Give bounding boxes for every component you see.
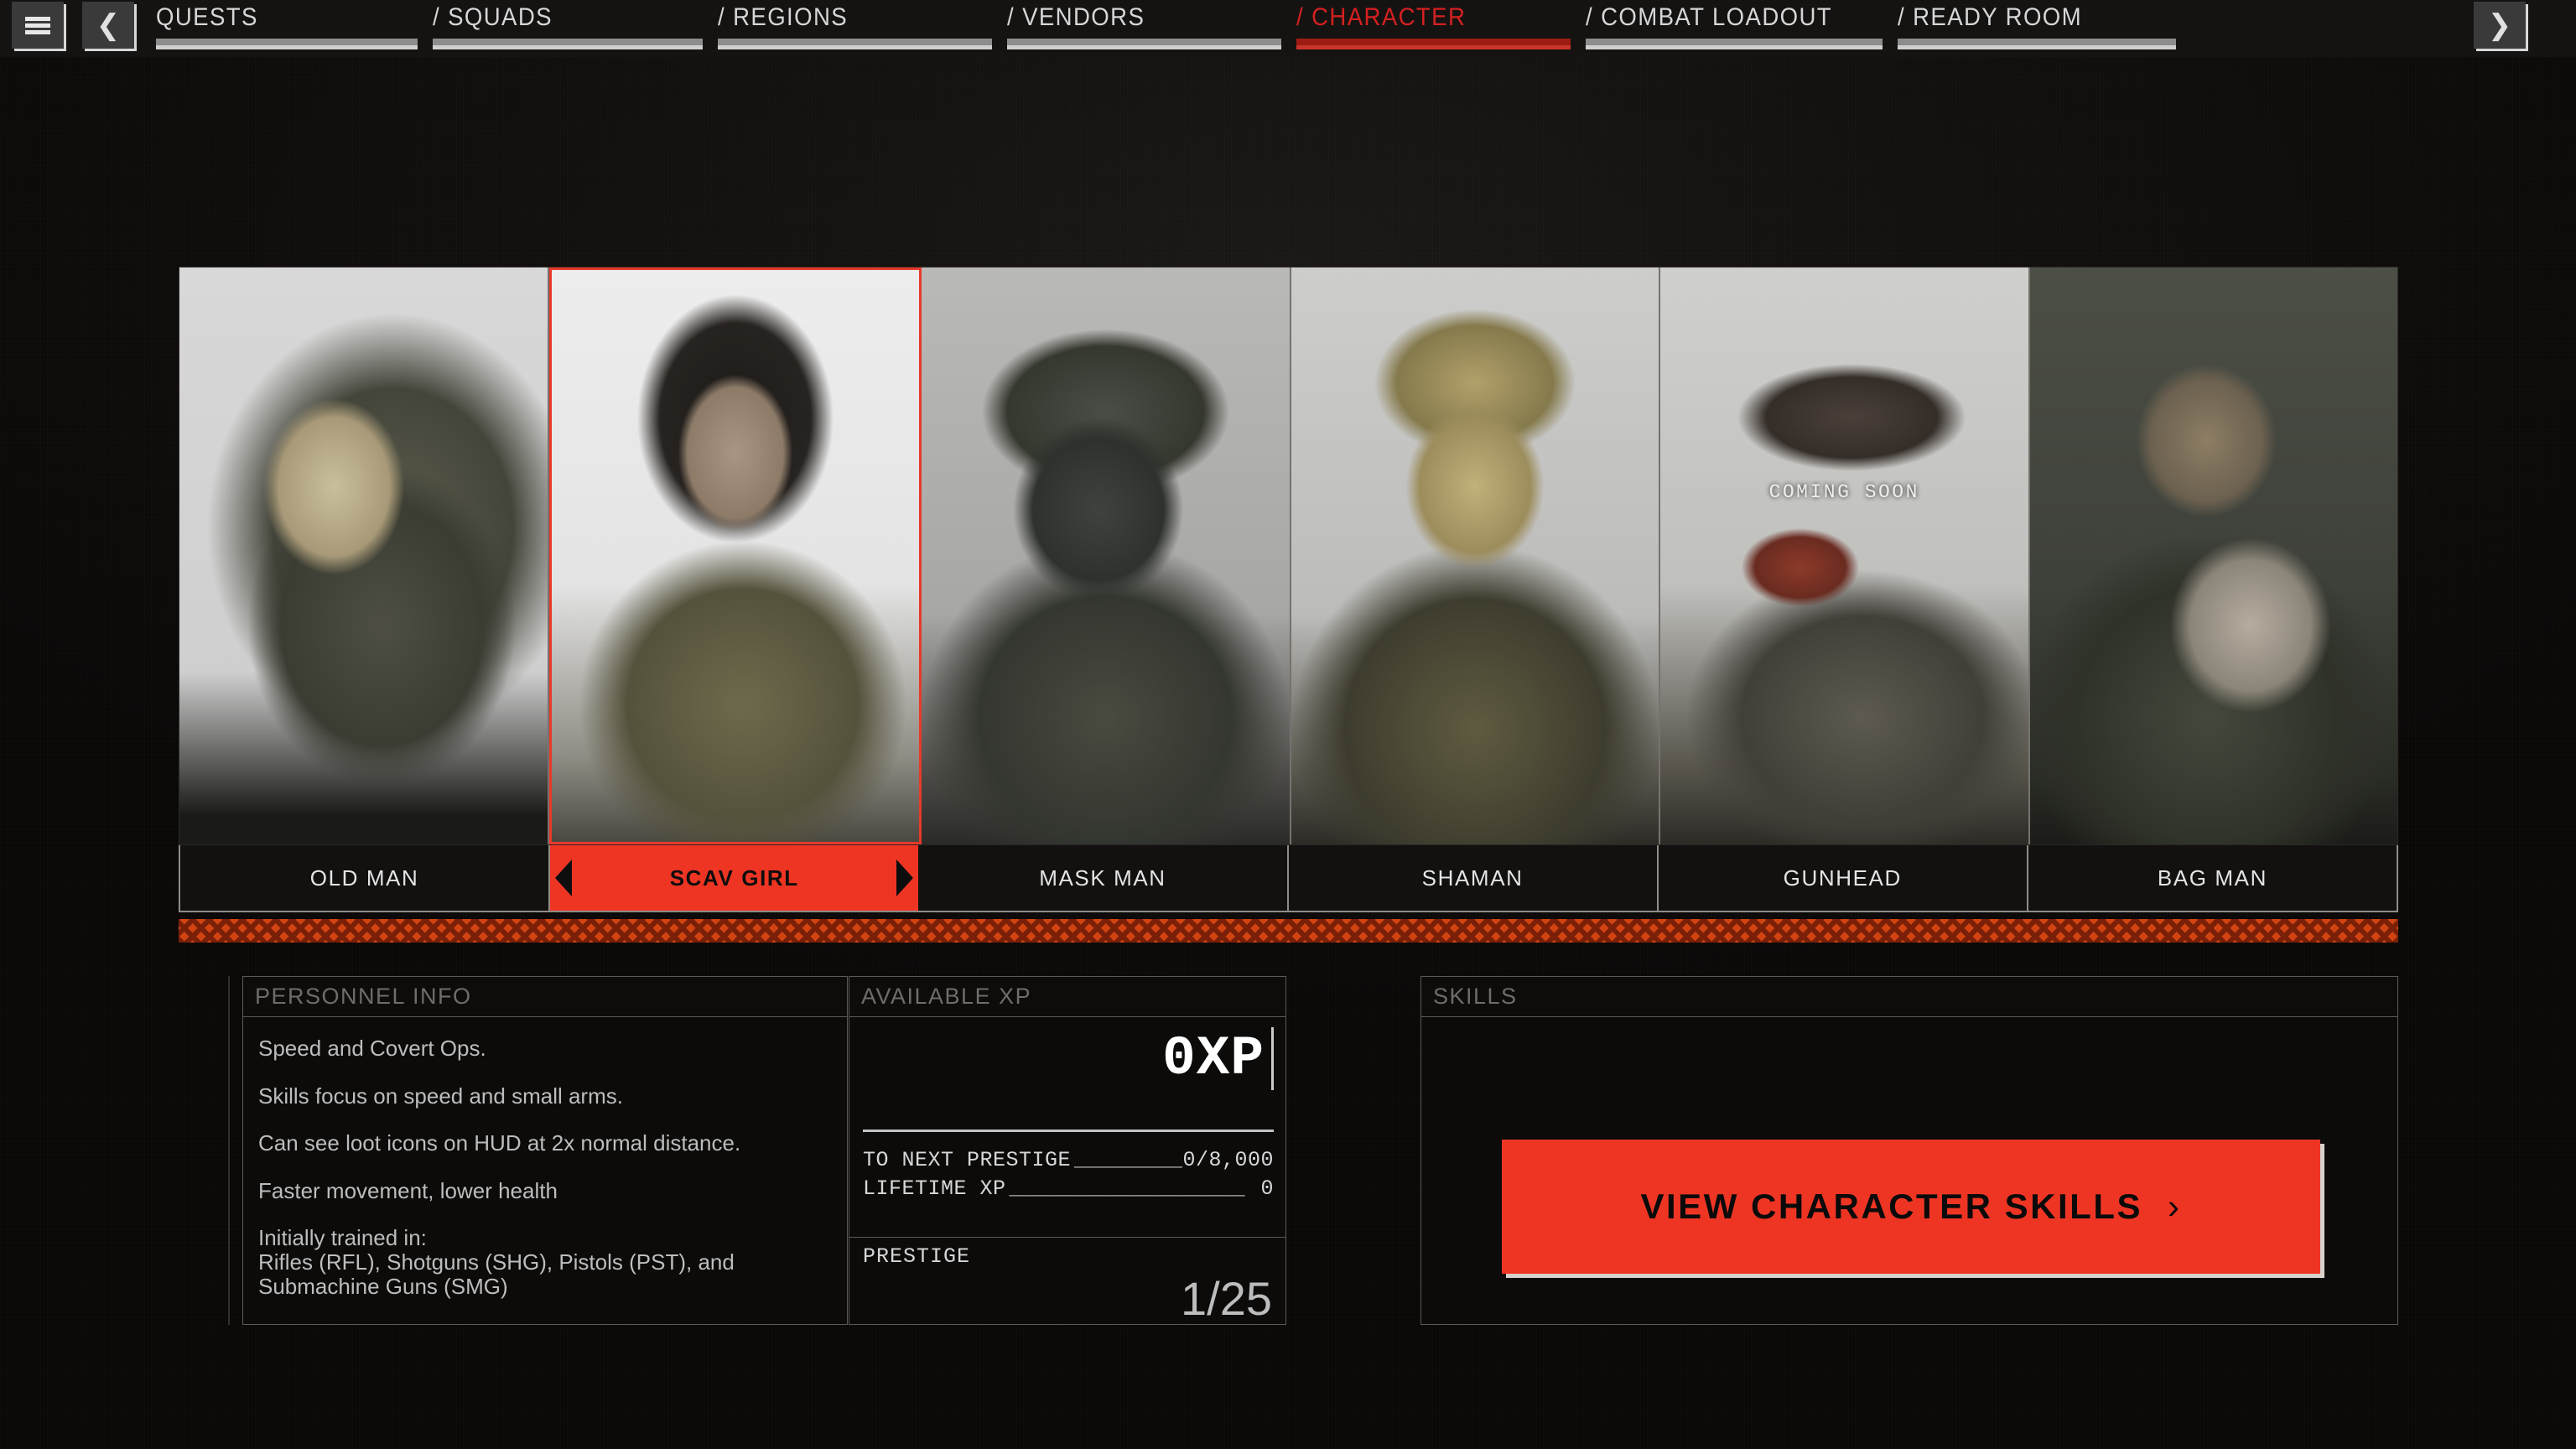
nav-tab-vendors[interactable]: / VENDORS (1007, 2, 1296, 54)
character-name-cell-mask-man[interactable]: MASK MAN (918, 845, 1289, 911)
nav-tab-underline (1296, 39, 1571, 45)
personnel-line-0: Speed and Covert Ops. (258, 1036, 486, 1061)
personnel-info-header: PERSONNEL INFO (242, 976, 848, 1016)
nav-tab-underline (718, 39, 992, 45)
to-next-prestige-value: 0/8,000 (1182, 1148, 1274, 1172)
available-xp-body: 0XP TO NEXT PRESTIGE __________ 0/8,000 … (849, 1016, 1286, 1238)
xp-divider (863, 1130, 1274, 1132)
character-name-label: SHAMAN (1421, 865, 1524, 891)
nav-tab-ready-room[interactable]: / READY ROOM (1898, 2, 2191, 54)
character-card-shaman[interactable] (1291, 267, 1660, 844)
personnel-line-1: Skills focus on speed and small arms. (258, 1083, 623, 1109)
prestige-label: PRESTIGE (863, 1244, 971, 1269)
to-next-prestige-label: TO NEXT PRESTIGE (863, 1148, 1072, 1172)
to-next-prestige-row: TO NEXT PRESTIGE __________ 0/8,000 (863, 1148, 1274, 1172)
nav-tab-label: / CHARACTER (1296, 3, 1467, 31)
personnel-info-panel: PERSONNEL INFO Speed and Covert Ops. Ski… (242, 976, 848, 1325)
nav-tab-label: / READY ROOM (1898, 3, 2083, 31)
hamburger-icon-bar2 (25, 23, 50, 28)
nav-tab-regions[interactable]: / REGIONS (718, 2, 1007, 54)
nav-tab-label: / COMBAT LOADOUT (1586, 3, 1833, 31)
character-name-cell-scav-girl[interactable]: SCAV GIRL (550, 845, 919, 911)
lifetime-xp-value: 0 (1260, 1176, 1274, 1201)
hamburger-icon (25, 16, 50, 21)
character-name-label: GUNHEAD (1783, 865, 1902, 891)
character-portrait-image (1660, 267, 2028, 844)
chevron-right-icon: ❯ (2487, 9, 2512, 41)
available-xp-value: 0XP (1162, 1027, 1274, 1090)
nav-tab-underline (1898, 39, 2176, 45)
personnel-line-3: Faster movement, lower health (258, 1178, 558, 1204)
character-card-scav-girl[interactable] (548, 267, 922, 844)
character-name-cell-old-man[interactable]: OLD MAN (180, 845, 551, 911)
coming-soon-label: COMING SOON (1768, 481, 1919, 503)
character-name-label: BAG MAN (2157, 865, 2267, 891)
nav-tab-character[interactable]: / CHARACTER (1296, 2, 1586, 54)
nav-tab-label: QUESTS (156, 3, 258, 31)
to-next-prestige-dashes: __________ (1074, 1148, 1183, 1172)
panel-left-accent-line (228, 976, 230, 1325)
character-name-label: SCAV GIRL (669, 865, 799, 891)
character-name-selector-bar: OLD MAN SCAV GIRL MASK MAN SHAMAN GUNHEAD BAG… (179, 845, 2398, 912)
character-name-label: OLD MAN (309, 865, 419, 891)
chevron-left-icon: ❮ (96, 9, 121, 41)
character-name-label: MASK MAN (1039, 865, 1166, 891)
character-name-cell-bag-man[interactable]: BAG MAN (2028, 845, 2397, 911)
character-portrait-image (1291, 267, 1659, 844)
lifetime-xp-row: LIFETIME XP ____________________ 0 (863, 1176, 1274, 1201)
available-xp-panel: AVAILABLE XP 0XP TO NEXT PRESTIGE ______… (849, 976, 1286, 1325)
lifetime-xp-label: LIFETIME XP (863, 1176, 1006, 1201)
character-name-cell-shaman[interactable]: SHAMAN (1288, 845, 1659, 911)
lifetime-xp-dashes: ____________________ (1009, 1176, 1245, 1201)
decorative-hazard-strip (179, 919, 2398, 943)
skills-header: SKILLS (1420, 976, 2398, 1016)
character-portrait-strip: COMING SOON (179, 267, 2398, 845)
select-next-arrow-icon[interactable] (896, 860, 914, 896)
character-portrait-image (922, 267, 1290, 844)
nav-tab-quests[interactable]: QUESTS (156, 2, 433, 54)
nav-tab-label: / VENDORS (1007, 3, 1145, 31)
character-name-cell-gunhead[interactable]: GUNHEAD (1658, 845, 2028, 911)
prestige-value: 1/25 (1181, 1272, 1272, 1325)
character-card-bag-man[interactable] (2029, 267, 2397, 844)
available-xp-header: AVAILABLE XP (849, 976, 1286, 1016)
hamburger-menu-button[interactable] (12, 2, 64, 49)
personnel-training-value: Rifles (RFL), Shotguns (SHG), Pistols (P… (258, 1249, 735, 1299)
nav-tab-list: QUESTS / SQUADS / REGIONS / VENDORS / CHARAC… (156, 0, 2462, 57)
nav-tab-underline (1586, 39, 1883, 45)
personnel-training-label: Initially trained in: (258, 1224, 427, 1250)
character-portrait-image (551, 270, 919, 842)
personnel-line-2: Can see loot icons on HUD at 2x normal d… (258, 1130, 741, 1156)
nav-tab-underline (433, 39, 703, 45)
skills-panel: SKILLS VIEW CHARACTER SKILLS › (1420, 976, 2398, 1325)
nav-tab-label: / SQUADS (433, 3, 553, 31)
character-card-mask-man[interactable] (922, 267, 1291, 844)
view-character-skills-button[interactable]: VIEW CHARACTER SKILLS › (1502, 1140, 2320, 1274)
character-card-gunhead[interactable]: COMING SOON (1660, 267, 2030, 844)
nav-previous-button[interactable]: ❮ (82, 2, 134, 49)
view-character-skills-label: VIEW CHARACTER SKILLS (1640, 1187, 2142, 1226)
select-prev-arrow-icon[interactable] (555, 860, 573, 896)
nav-tab-squads[interactable]: / SQUADS (433, 2, 718, 54)
nav-tab-label: / REGIONS (718, 3, 849, 31)
prestige-panel: PRESTIGE 1/25 (849, 1238, 1286, 1325)
skills-body: VIEW CHARACTER SKILLS › (1420, 1016, 2398, 1325)
character-card-old-man[interactable] (179, 267, 549, 844)
top-navigation-bar: ❮ QUESTS / SQUADS / REGIONS / VENDORS / CHAR… (0, 0, 2576, 57)
character-portrait-image (179, 267, 548, 844)
character-portrait-image (2029, 267, 2397, 844)
nav-tab-combat-loadout[interactable]: / COMBAT LOADOUT (1586, 2, 1898, 54)
nav-tab-underline (156, 39, 418, 45)
hamburger-icon-bar3 (25, 29, 50, 34)
personnel-info-body: Speed and Covert Ops. Skills focus on sp… (242, 1016, 848, 1325)
nav-next-button[interactable]: ❯ (2474, 2, 2526, 49)
nav-tab-underline (1007, 39, 1281, 45)
chevron-right-icon: › (2168, 1187, 2182, 1226)
